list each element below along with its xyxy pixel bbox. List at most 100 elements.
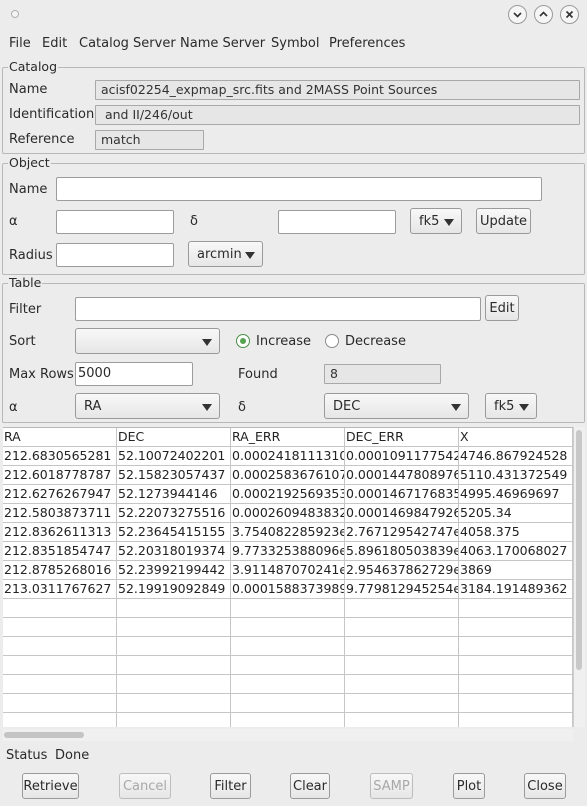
- table-cell[interactable]: [345, 618, 459, 637]
- max-rows-input[interactable]: 5000: [75, 362, 193, 386]
- table-cell[interactable]: 0.000144780897655: [345, 466, 459, 485]
- table-cell[interactable]: [231, 713, 345, 727]
- clear-button[interactable]: Clear: [290, 773, 330, 799]
- table-row[interactable]: 212.6018778787 52.15823057437 0.0002583676…: [3, 466, 573, 485]
- table-cell[interactable]: [459, 618, 573, 637]
- table-cell[interactable]: 2.954637862729e-05: [345, 561, 459, 580]
- table-cell[interactable]: [3, 618, 117, 637]
- decrease-radio[interactable]: [325, 334, 339, 348]
- radius-unit-select[interactable]: arcmin: [188, 241, 263, 267]
- table-row[interactable]: [3, 656, 573, 675]
- alpha-column-select[interactable]: RA: [75, 393, 220, 419]
- table-cell[interactable]: 4746.867924528: [459, 447, 573, 466]
- table-cell[interactable]: 3.911487070241e-05: [231, 561, 345, 580]
- table-cell[interactable]: 0.000219256935334: [231, 485, 345, 504]
- column-header[interactable]: RA_ERR: [231, 428, 345, 447]
- table-cell[interactable]: 52.1273944146: [117, 485, 231, 504]
- table-cell[interactable]: 52.10072402201: [117, 447, 231, 466]
- table-cell[interactable]: 0.000260948383237: [231, 504, 345, 523]
- table-cell[interactable]: 212.5803873711: [3, 504, 117, 523]
- table-cell[interactable]: [3, 675, 117, 694]
- table-cell[interactable]: [231, 656, 345, 675]
- table-cell[interactable]: [3, 694, 117, 713]
- table-cell[interactable]: 212.6830565281: [3, 447, 117, 466]
- table-cell[interactable]: [231, 618, 345, 637]
- object-alpha-input[interactable]: [56, 210, 174, 234]
- retrieve-button[interactable]: Retrieve: [22, 773, 79, 799]
- table-cell[interactable]: 4995.46969697: [459, 485, 573, 504]
- table-row[interactable]: [3, 713, 573, 727]
- plot-button[interactable]: Plot: [453, 773, 485, 799]
- table-cell[interactable]: [117, 694, 231, 713]
- table-cell[interactable]: [117, 675, 231, 694]
- table-cell[interactable]: [345, 656, 459, 675]
- table-cell[interactable]: [231, 599, 345, 618]
- samp-button[interactable]: SAMP: [370, 773, 413, 799]
- table-cell[interactable]: 52.19919092849: [117, 580, 231, 599]
- table-cell[interactable]: 2.767129542747e-05: [345, 523, 459, 542]
- vertical-scrollbar-thumb[interactable]: [576, 430, 582, 670]
- table-cell[interactable]: 4063.170068027: [459, 542, 573, 561]
- table-cell[interactable]: [3, 713, 117, 727]
- table-cell[interactable]: 0.000158837398998: [231, 580, 345, 599]
- table-cell[interactable]: [345, 599, 459, 618]
- table-cell[interactable]: 0.000241811131066: [231, 447, 345, 466]
- table-row[interactable]: 212.8785268016 52.23992199442 3.9114870702…: [3, 561, 573, 580]
- table-cell[interactable]: 4058.375: [459, 523, 573, 542]
- close-window-button[interactable]: [560, 5, 579, 24]
- table-row[interactable]: 212.8362611313 52.23645415155 3.7540822859…: [3, 523, 573, 542]
- table-cell[interactable]: 212.6018778787: [3, 466, 117, 485]
- table-cell[interactable]: 0.000146717683532: [345, 485, 459, 504]
- delta-column-select[interactable]: DEC: [324, 393, 469, 419]
- table-row[interactable]: [3, 637, 573, 656]
- table-row[interactable]: [3, 694, 573, 713]
- menu-edit[interactable]: Edit: [42, 36, 67, 51]
- table-cell[interactable]: [117, 599, 231, 618]
- table-cell[interactable]: 3869: [459, 561, 573, 580]
- table-cell[interactable]: [117, 618, 231, 637]
- table-cell[interactable]: 213.0311767627: [3, 580, 117, 599]
- table-system-select[interactable]: fk5: [485, 393, 537, 419]
- table-cell[interactable]: 212.8785268016: [3, 561, 117, 580]
- menu-catalog-server[interactable]: Catalog Server: [79, 36, 176, 51]
- table-row[interactable]: [3, 618, 573, 637]
- column-header[interactable]: DEC: [117, 428, 231, 447]
- table-row[interactable]: 212.6830565281 52.10072402201 0.0002418111…: [3, 447, 573, 466]
- object-radius-input[interactable]: [56, 243, 174, 267]
- table-cell[interactable]: 9.773325388096e-05: [231, 542, 345, 561]
- table-cell[interactable]: 3.754082285923e-05: [231, 523, 345, 542]
- results-table[interactable]: RA DEC RA_ERR DEC_ERR X 212.6830565281 52.1007…: [3, 427, 573, 727]
- object-name-input[interactable]: [56, 177, 542, 201]
- horizontal-scrollbar[interactable]: [3, 729, 573, 741]
- table-cell[interactable]: 212.8362611313: [3, 523, 117, 542]
- minimize-button[interactable]: [508, 5, 527, 24]
- table-cell[interactable]: [459, 637, 573, 656]
- sort-select[interactable]: [75, 328, 220, 354]
- table-cell[interactable]: 3184.191489362: [459, 580, 573, 599]
- table-row[interactable]: [3, 675, 573, 694]
- column-header[interactable]: RA: [3, 428, 117, 447]
- table-cell[interactable]: [3, 637, 117, 656]
- table-cell[interactable]: 52.22073275516: [117, 504, 231, 523]
- table-cell[interactable]: 212.8351854747: [3, 542, 117, 561]
- table-cell[interactable]: [117, 637, 231, 656]
- table-cell[interactable]: 5110.431372549: [459, 466, 573, 485]
- table-cell[interactable]: 52.23645415155: [117, 523, 231, 542]
- table-cell[interactable]: 5205.34: [459, 504, 573, 523]
- table-cell[interactable]: 52.23992199442: [117, 561, 231, 580]
- table-cell[interactable]: [345, 694, 459, 713]
- update-button[interactable]: Update: [476, 208, 531, 234]
- table-cell[interactable]: 9.779812945254e-05: [345, 580, 459, 599]
- table-cell[interactable]: 0.000109117754235: [345, 447, 459, 466]
- table-cell[interactable]: [345, 637, 459, 656]
- horizontal-scrollbar-thumb[interactable]: [4, 732, 84, 738]
- table-cell[interactable]: [231, 675, 345, 694]
- filter-input[interactable]: [75, 297, 481, 321]
- table-cell[interactable]: [117, 713, 231, 727]
- table-cell[interactable]: [459, 713, 573, 727]
- menu-symbol[interactable]: Symbol: [271, 36, 319, 51]
- table-row[interactable]: 212.8351854747 52.20318019374 9.7733253880…: [3, 542, 573, 561]
- table-cell[interactable]: [231, 637, 345, 656]
- table-row[interactable]: 212.6276267947 52.1273944146 0.00021925693…: [3, 485, 573, 504]
- table-cell[interactable]: [117, 656, 231, 675]
